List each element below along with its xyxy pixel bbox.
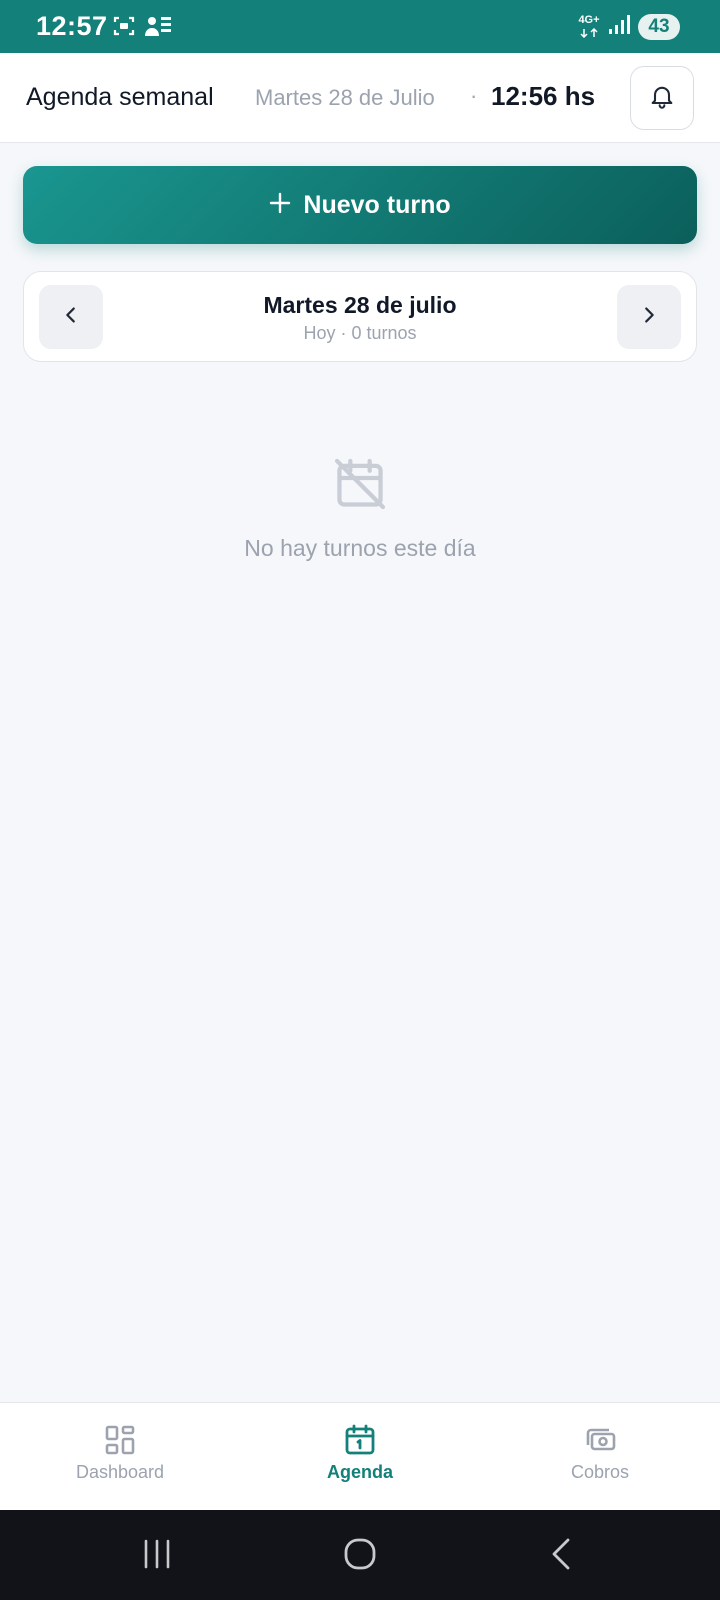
day-subtitle: Hoy · 0 turnos bbox=[303, 323, 417, 343]
back-button[interactable] bbox=[548, 1537, 574, 1576]
signal-icon bbox=[608, 13, 630, 40]
chevron-right-icon bbox=[638, 304, 660, 331]
nav-item-cobros[interactable]: Cobros bbox=[510, 1423, 690, 1483]
app-header: Agenda semanal Martes 28 de Julio · 12:5… bbox=[0, 53, 720, 143]
nav-item-agenda[interactable]: Agenda bbox=[270, 1423, 450, 1483]
bottom-navigation: Dashboard Agenda Cobros bbox=[0, 1402, 720, 1510]
bell-icon bbox=[648, 82, 676, 115]
calendar-icon bbox=[343, 1423, 377, 1457]
status-icons-right: 4G+ 43 bbox=[578, 13, 680, 40]
header-clock: 12:56 hs bbox=[491, 81, 596, 111]
payments-icon bbox=[583, 1423, 617, 1457]
nav-item-dashboard[interactable]: Dashboard bbox=[30, 1423, 210, 1483]
header-date: Martes 28 de Julio bbox=[255, 85, 435, 110]
new-turn-label: Nuevo turno bbox=[303, 190, 451, 219]
nav-label-cobros: Cobros bbox=[570, 1462, 630, 1482]
screenshot-icon bbox=[112, 14, 136, 43]
system-navigation-bar bbox=[0, 1510, 720, 1600]
home-button[interactable] bbox=[343, 1537, 377, 1576]
recent-apps-button[interactable] bbox=[142, 1537, 172, 1576]
calendar-off-icon bbox=[331, 455, 389, 513]
empty-state-message: No hay turnos este día bbox=[244, 535, 476, 561]
next-day-button[interactable] bbox=[617, 285, 681, 349]
contact-card-icon bbox=[144, 14, 172, 43]
empty-state: No hay turnos este día bbox=[0, 455, 720, 562]
network-icon: 4G+ bbox=[578, 15, 600, 38]
status-icons-left bbox=[112, 14, 172, 43]
page-title: Agenda semanal bbox=[26, 83, 214, 111]
plus-icon bbox=[269, 190, 291, 220]
day-title: Martes 28 de julio bbox=[263, 292, 457, 318]
nav-label-agenda: Agenda bbox=[326, 1462, 393, 1482]
status-time: 12:57 bbox=[36, 11, 108, 41]
notifications-button[interactable] bbox=[630, 66, 694, 130]
dashboard-icon bbox=[103, 1423, 137, 1457]
battery-level: 43 bbox=[648, 15, 670, 37]
header-separator: · bbox=[470, 83, 478, 108]
battery-icon: 43 bbox=[638, 13, 680, 40]
network-label: 4G+ bbox=[578, 14, 600, 26]
status-bar: 12:57 4G+ 43 bbox=[0, 0, 720, 53]
day-selector-card: Martes 28 de julio Hoy · 0 turnos bbox=[23, 271, 697, 362]
new-turn-button[interactable]: Nuevo turno bbox=[23, 166, 697, 244]
nav-label-dashboard: Dashboard bbox=[75, 1462, 165, 1482]
